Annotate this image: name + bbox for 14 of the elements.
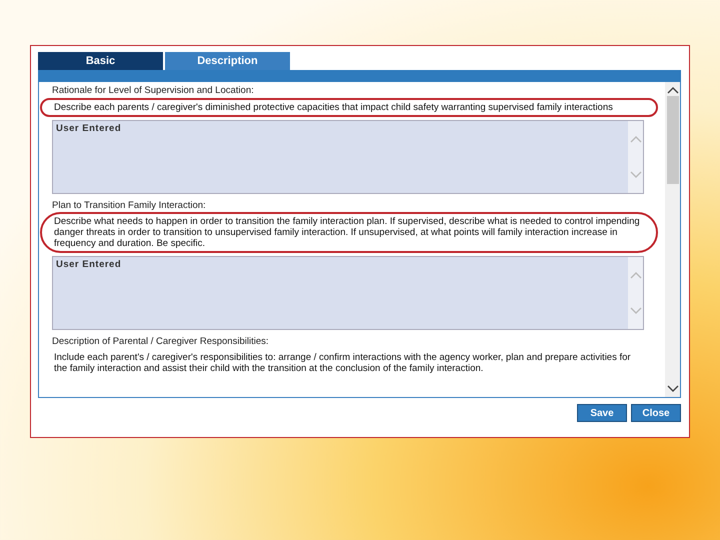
save-button[interactable]: Save	[577, 404, 627, 422]
section-prompt: Include each parent's / caregiver's responsibilities to: arrange / confirm interactions with the agency worker, plan and prepare activities for the family interaction and assist their child with the transition at the conclusion of the family interaction.	[54, 352, 632, 374]
scrollbar[interactable]	[665, 82, 680, 397]
section-prompt: Describe each parents / caregiver's diminished protective capacities that impact child safety warranting supervised family interactions	[54, 102, 614, 113]
scroll-up-icon[interactable]	[666, 86, 678, 94]
close-button[interactable]: Close	[631, 404, 681, 422]
tab[interactable]: Basic	[38, 52, 163, 70]
section-prompt: Describe what needs to happen in order to transition the family interaction plan. If supervised, describe what is needed to control impending danger threats in order to transition to unsupervised family interaction. If unsupervised, at what points will family interaction increase in frequency and duration. Be specific.	[54, 216, 641, 249]
section-heading: Description of Parental / Caregiver Responsibilities:	[52, 336, 270, 348]
section-heading: Plan to Transition Family Interaction:	[52, 200, 207, 212]
tab[interactable]: Description	[165, 52, 290, 70]
scroll-down-icon[interactable]	[666, 385, 678, 393]
section-heading: Rationale for Level of Supervision and Location:	[52, 85, 255, 97]
scrollbar-thumb[interactable]	[666, 96, 678, 184]
